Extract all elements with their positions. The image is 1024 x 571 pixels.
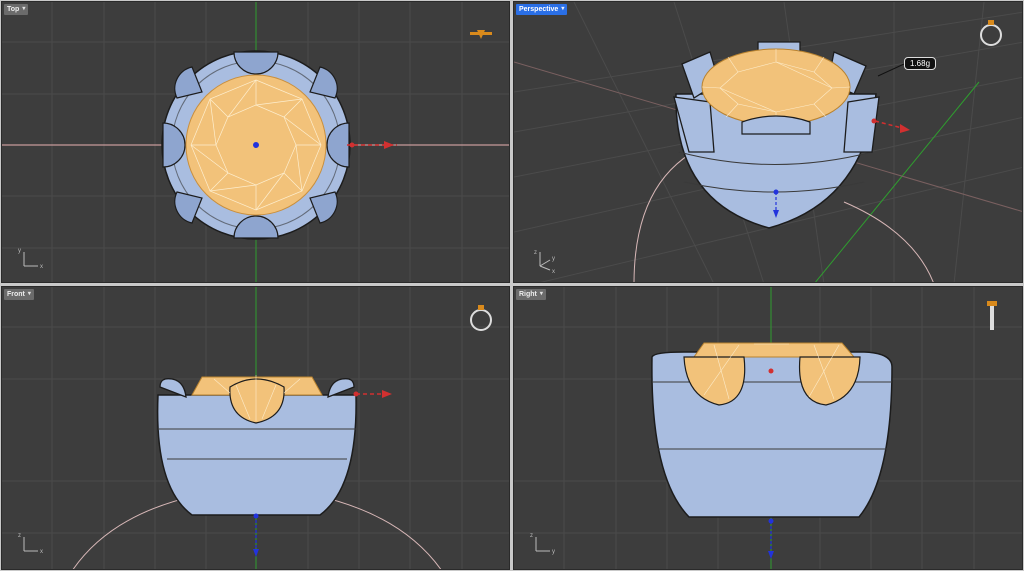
axis-gizmo [539,252,551,271]
svg-text:z: z [534,250,537,256]
viewport-tab-top[interactable]: Top ▾ [4,4,29,15]
weight-readout: 1.68g [904,57,937,70]
svg-text:y: y [552,549,555,555]
axis-gizmo [535,537,550,552]
viewport-perspective[interactable]: z y x 1.68g Perspective ▾ [513,1,1023,283]
viewport-label: Right [519,291,537,298]
svg-text:z: z [530,533,533,539]
right-view-scene: z y [514,287,1022,569]
ring-preview-icon[interactable] [470,305,492,331]
viewport-right[interactable]: z y Right ▾ [513,286,1023,570]
chevron-down-icon[interactable]: ▾ [540,289,543,300]
viewport-tab-front[interactable]: Front ▾ [4,289,34,300]
svg-text:x: x [552,269,555,275]
viewport-label: Perspective [519,6,559,13]
svg-text:y: y [18,248,21,254]
axis-gizmo [23,252,38,267]
four-viewport-layout: y x Top ▾ z y x 1.68g Perspective ▾ z x … [0,0,1024,571]
svg-text:z: z [18,533,21,539]
svg-text:x: x [40,264,43,270]
viewport-label: Front [7,291,25,298]
viewport-front[interactable]: z x Front ▾ [1,286,510,570]
top-view-scene: y x [2,2,509,282]
ring-side-icon[interactable] [987,301,997,330]
perspective-view-scene: z y x [514,2,1022,282]
ring-preview-icon[interactable] [980,20,1002,46]
ring-top-icon[interactable] [470,30,492,39]
viewport-tab-right[interactable]: Right ▾ [516,289,546,300]
viewport-tab-perspective[interactable]: Perspective ▾ [516,4,568,15]
svg-text:y: y [552,256,555,262]
x-arrow [384,141,394,149]
axis-gizmo [23,537,38,552]
gemstone-crown [693,342,856,358]
viewport-top[interactable]: y x Top ▾ [1,1,510,283]
x-axis-point [768,368,774,374]
viewport-label: Top [7,6,20,13]
front-view-scene: z x [2,287,509,569]
chevron-down-icon[interactable]: ▾ [561,4,564,15]
center-point [253,142,259,148]
svg-text:x: x [40,549,43,555]
chevron-down-icon[interactable]: ▾ [22,4,25,15]
chevron-down-icon[interactable]: ▾ [28,289,31,300]
